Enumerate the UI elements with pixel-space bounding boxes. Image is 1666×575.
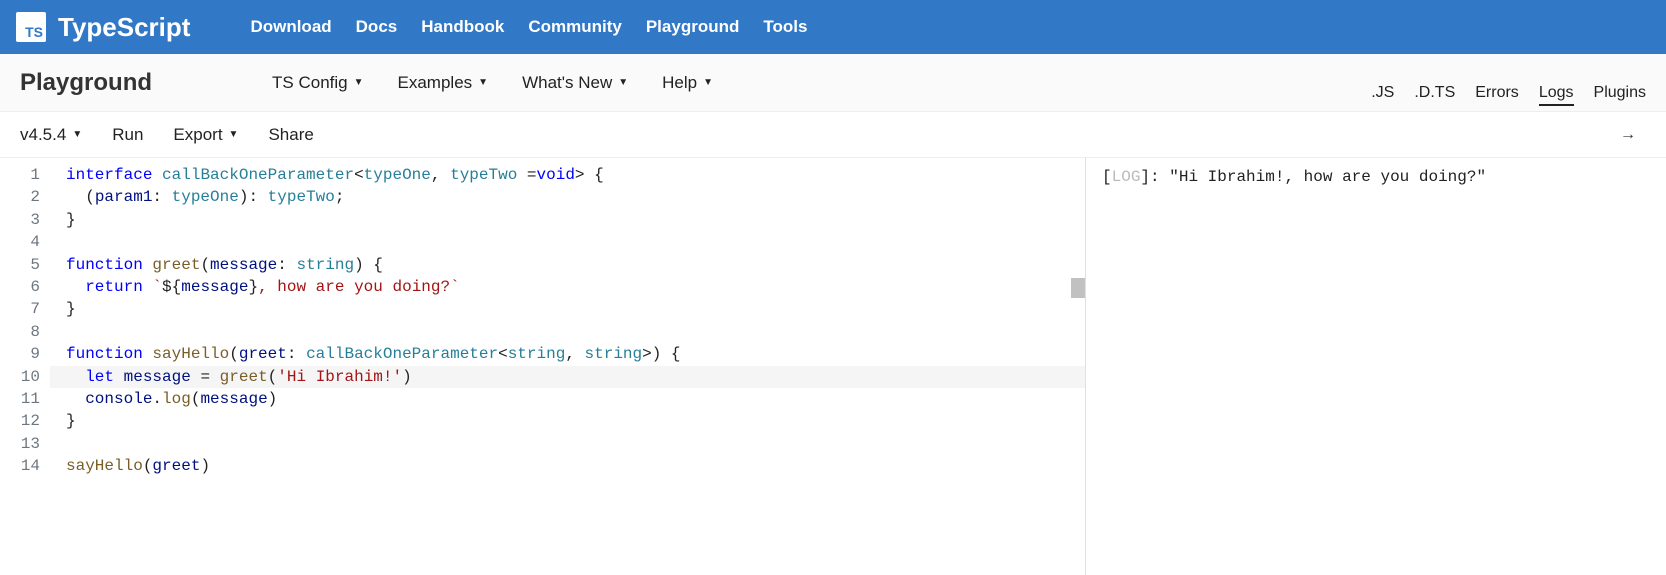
code-line[interactable]: } — [58, 410, 1085, 432]
chevron-down-icon: ▼ — [618, 77, 628, 88]
code-editor[interactable]: 1234567891011121314 interface callBackOn… — [0, 158, 1086, 575]
output-tab-js[interactable]: .JS — [1371, 84, 1394, 106]
log-text: "Hi Ibrahim!, how are you doing?" — [1169, 168, 1486, 186]
code-line[interactable]: } — [58, 298, 1085, 320]
log-line: [LOG]: "Hi Ibrahim!, how are you doing?" — [1102, 168, 1650, 186]
nav-playground[interactable]: Playground — [646, 17, 740, 37]
code-line[interactable]: function sayHello(greet: callBackOnePara… — [58, 343, 1085, 365]
log-tag: LOG — [1112, 168, 1141, 186]
submenu-help[interactable]: Help ▼ — [662, 73, 713, 93]
output-tab-plugins[interactable]: Plugins — [1594, 84, 1646, 106]
chevron-down-icon: ▼ — [478, 77, 488, 88]
code-area[interactable]: interface callBackOneParameter<typeOne, … — [58, 164, 1085, 575]
nav-docs[interactable]: Docs — [356, 17, 398, 37]
output-panel: [LOG]: "Hi Ibrahim!, how are you doing?" — [1086, 158, 1666, 575]
arrow-right-icon[interactable]: → — [1620, 126, 1636, 144]
output-tab-errors[interactable]: Errors — [1475, 84, 1519, 106]
run-button[interactable]: Run — [112, 125, 143, 145]
version-dropdown[interactable]: v4.5.4▼ — [20, 125, 82, 145]
chevron-down-icon: ▼ — [703, 77, 713, 88]
code-line[interactable]: console.log(message) — [58, 388, 1085, 410]
code-line[interactable] — [58, 321, 1085, 343]
code-line[interactable]: } — [58, 209, 1085, 231]
chevron-down-icon: ▼ — [229, 129, 239, 140]
nav-handbook[interactable]: Handbook — [421, 17, 504, 37]
code-line[interactable]: return `${message}, how are you doing?` — [58, 276, 1085, 298]
submenu-what-s-new[interactable]: What's New ▼ — [522, 73, 628, 93]
output-tab-dts[interactable]: .D.TS — [1414, 84, 1455, 106]
scrollbar-thumb[interactable] — [1071, 278, 1085, 298]
submenu-examples[interactable]: Examples ▼ — [398, 73, 489, 93]
top-nav: TS TypeScript Download Docs Handbook Commun… — [0, 0, 1666, 54]
chevron-down-icon: ▼ — [72, 129, 82, 140]
nav-community[interactable]: Community — [528, 17, 622, 37]
output-tab-logs[interactable]: Logs — [1539, 84, 1574, 106]
nav-tools[interactable]: Tools — [763, 17, 807, 37]
split-pane: 1234567891011121314 interface callBackOn… — [0, 158, 1666, 575]
nav-download[interactable]: Download — [250, 17, 331, 37]
code-line[interactable]: function greet(message: string) { — [58, 254, 1085, 276]
export-dropdown[interactable]: Export▼ — [173, 125, 238, 145]
code-line[interactable]: interface callBackOneParameter<typeOne, … — [58, 164, 1085, 186]
share-button[interactable]: Share — [268, 125, 313, 145]
brand-name[interactable]: TypeScript — [58, 12, 190, 43]
code-line[interactable]: let message = greet('Hi Ibrahim!') — [50, 366, 1085, 388]
code-line[interactable] — [58, 433, 1085, 455]
page-title: Playground — [20, 69, 152, 97]
code-line[interactable]: (param1: typeOne): typeTwo; — [58, 186, 1085, 208]
code-line[interactable]: sayHello(greet) — [58, 455, 1085, 477]
logo-badge: TS — [16, 12, 46, 42]
editor-toolbar: v4.5.4▼ Run Export▼ Share → .JS.D.TSErro… — [0, 112, 1666, 158]
code-line[interactable] — [58, 231, 1085, 253]
chevron-down-icon: ▼ — [354, 77, 364, 88]
submenu-ts-config[interactable]: TS Config ▼ — [272, 73, 364, 93]
